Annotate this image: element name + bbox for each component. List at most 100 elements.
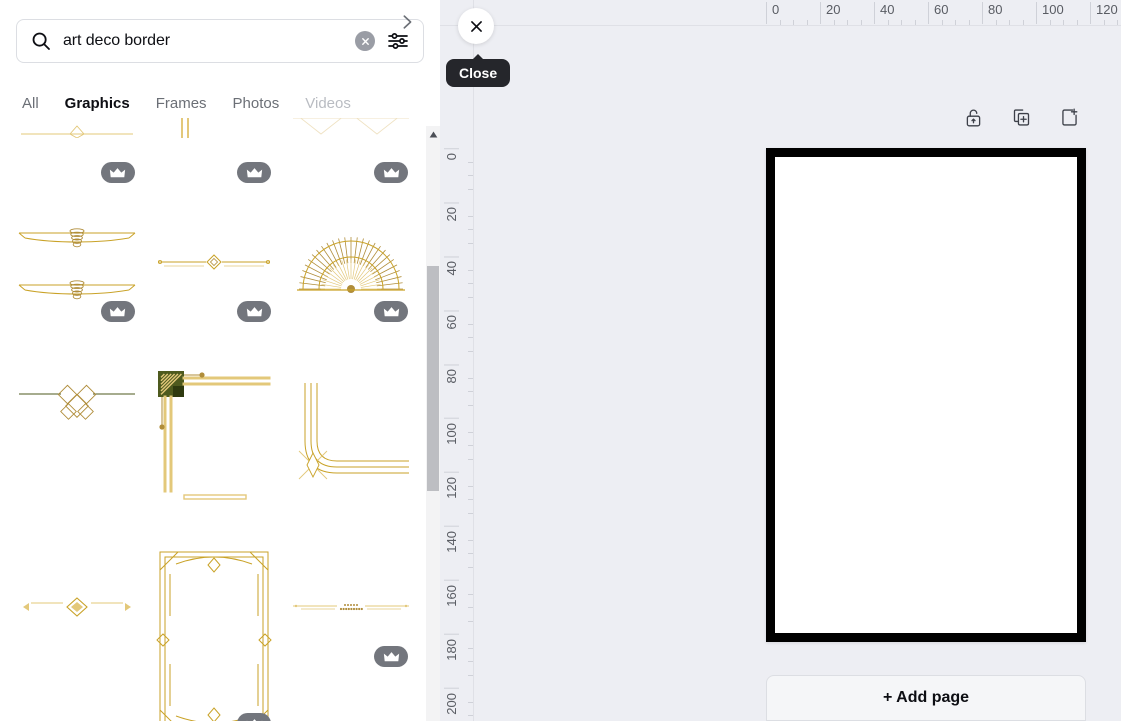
ruler-tick: [468, 161, 473, 163]
ruler-h-label: 20: [820, 2, 840, 24]
canva-editor-window: All Graphics Frames Photos Videos Close 0 20 4…: [0, 0, 1121, 721]
ruler-tick: [468, 431, 473, 433]
premium-crown-badge: [237, 301, 272, 322]
ruler-tick: [1063, 20, 1064, 25]
ruler-tick: [468, 715, 473, 716]
premium-crown-badge: [374, 646, 408, 667]
horizontal-ruler[interactable]: 0 20 40 60 80 100 120: [440, 0, 1121, 26]
ruler-tick: [468, 337, 473, 338]
ruler-tick: [1009, 20, 1010, 25]
ruler-tick: [468, 350, 473, 352]
tab-all[interactable]: All: [22, 95, 39, 114]
ruler-tick: [468, 701, 473, 703]
ruler-tick: [468, 553, 473, 554]
ruler-tick: [468, 485, 473, 487]
ruler-tick: [468, 620, 473, 622]
ruler-h-label: 40: [874, 2, 894, 24]
clear-search-icon[interactable]: [355, 31, 375, 51]
tab-frames[interactable]: Frames: [156, 95, 207, 114]
ruler-tick: [468, 404, 473, 406]
premium-crown-badge: [100, 301, 135, 322]
ruler-tick: [914, 20, 916, 25]
ruler-tick: [860, 20, 862, 25]
ruler-tick: [468, 175, 473, 176]
graphic-result-item[interactable]: [285, 118, 416, 189]
graphic-result-item[interactable]: [285, 540, 416, 673]
deco-ornate-rectangle-frame: [154, 546, 274, 721]
deco-diamond-partial-3: [291, 118, 411, 138]
design-page-canvas[interactable]: [766, 148, 1086, 642]
search-icon: [31, 31, 51, 51]
ruler-tick: [468, 674, 473, 676]
ruler-v-label: 120: [444, 472, 459, 499]
deco-curved-corner-star: [291, 379, 411, 489]
graphic-result-item[interactable]: [285, 334, 416, 534]
ruler-tick: [468, 458, 473, 460]
ruler-tick: [468, 188, 473, 190]
ruler-v-label: 20: [444, 202, 459, 222]
deco-thin-diamond-divider: [154, 240, 274, 284]
ruler-v-label: 160: [444, 580, 459, 607]
ruler-tick: [955, 20, 956, 25]
ruler-tick: [468, 661, 473, 662]
deco-double-rule-divider: [17, 219, 137, 305]
ruler-tick: [941, 20, 943, 25]
panel-scrollbar[interactable]: [426, 126, 440, 721]
tab-videos[interactable]: Videos: [305, 95, 351, 114]
graphic-result-item[interactable]: [148, 540, 280, 721]
ruler-h-label: 60: [928, 2, 948, 24]
unlock-icon[interactable]: [960, 104, 986, 130]
close-panel-button[interactable]: [458, 8, 494, 44]
scroll-up-arrow-icon[interactable]: [426, 126, 440, 142]
deco-crossed-diamond-divider: [17, 376, 137, 426]
graphic-result-item[interactable]: [12, 334, 143, 467]
search-results-grid: [0, 118, 428, 721]
ruler-tick: [468, 269, 473, 271]
ruler-tick: [468, 593, 473, 595]
deco-divider-partial-1: [17, 118, 137, 138]
ruler-tick: [468, 647, 473, 649]
search-box[interactable]: [16, 19, 424, 63]
ruler-tick: [901, 20, 902, 25]
tab-graphics[interactable]: Graphics: [61, 95, 133, 128]
ruler-tick: [468, 445, 473, 446]
ruler-tick: [847, 20, 848, 25]
graphic-result-item[interactable]: [285, 195, 416, 328]
results-grid-inner: [12, 118, 416, 721]
ruler-tick: [995, 20, 997, 25]
search-bar: [16, 19, 424, 63]
tab-photos[interactable]: Photos: [233, 95, 280, 114]
add-page-icon[interactable]: [1056, 104, 1082, 130]
ruler-tick: [468, 215, 473, 217]
ruler-v-label: 200: [444, 688, 459, 715]
ruler-v-label: 80: [444, 364, 459, 384]
graphic-result-item[interactable]: [148, 195, 280, 328]
deco-gradient-diamond-divider: [17, 587, 137, 627]
ruler-v-label: 40: [444, 256, 459, 276]
elements-side-panel: All Graphics Frames Photos Videos: [0, 0, 440, 721]
ruler-v-label: 60: [444, 310, 459, 330]
panel-scroll-thumb[interactable]: [427, 266, 439, 491]
ruler-tick: [468, 607, 473, 608]
graphic-result-item[interactable]: [148, 334, 280, 534]
ruler-tick: [468, 323, 473, 325]
deco-sunburst-fan: [291, 225, 411, 299]
add-page-button[interactable]: + Add page: [766, 675, 1086, 721]
ruler-tick: [1022, 20, 1024, 25]
deco-square-corner-bracket: [154, 367, 274, 501]
premium-crown-badge: [100, 162, 135, 183]
graphic-result-item[interactable]: [12, 540, 143, 673]
duplicate-page-icon[interactable]: [1008, 104, 1034, 130]
vertical-ruler[interactable]: 0 20 40 60 80 100 120 140 160 180 200: [440, 26, 474, 721]
ruler-v-label: 180: [444, 634, 459, 661]
ruler-tick: [833, 20, 835, 25]
ruler-tick: [806, 20, 808, 25]
graphic-result-item[interactable]: [12, 118, 143, 189]
ruler-tick: [887, 20, 889, 25]
graphic-result-item[interactable]: [148, 118, 280, 189]
premium-crown-badge: [237, 713, 272, 721]
graphic-result-item[interactable]: [12, 195, 143, 328]
chevron-right-icon[interactable]: [396, 11, 418, 33]
ruler-tick: [468, 512, 473, 514]
search-input[interactable]: [63, 32, 355, 50]
